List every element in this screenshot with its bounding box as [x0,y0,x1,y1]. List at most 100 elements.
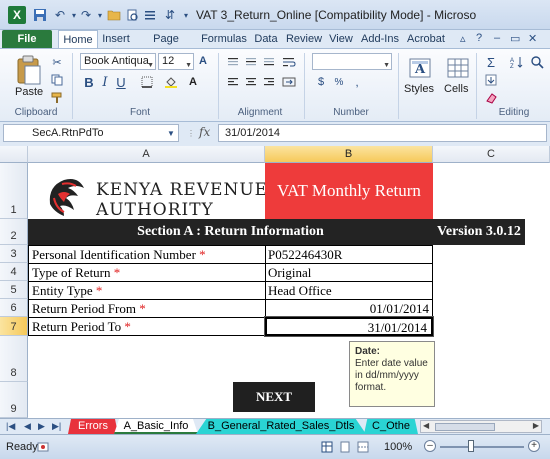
customize-toolbar-icon[interactable]: ▾ [178,7,194,23]
zoom-level[interactable]: 100% [384,441,412,453]
next-button[interactable]: NEXT [233,382,315,412]
tab-data[interactable]: Data [252,30,280,48]
minimize-ribbon-icon[interactable]: ▵ [460,32,466,45]
wrap-text-icon[interactable] [282,55,296,69]
field-value-pin[interactable]: P052246430R [265,245,433,264]
excel-logo-icon[interactable]: X [8,6,26,24]
first-sheet-icon[interactable]: |◀ [6,421,15,432]
last-sheet-icon[interactable]: ▶| [52,421,61,432]
fill-color-icon[interactable] [164,75,178,89]
row-header[interactable]: 5 [0,281,28,299]
tab-review[interactable]: Review [284,30,324,48]
tab-page-layout[interactable]: Page Layout [136,30,196,63]
normal-view-icon[interactable] [320,440,334,454]
formula-input[interactable]: 31/01/2014 [218,124,547,142]
row-header[interactable]: 8 [0,336,28,382]
field-value-return-type[interactable]: Original [265,263,433,282]
align-center-icon[interactable] [244,75,258,89]
row-header[interactable]: 4 [0,263,28,281]
column-header-c[interactable]: C [433,146,550,163]
page-break-view-icon[interactable] [356,440,370,454]
row-header[interactable]: 6 [0,299,28,317]
number-format-combo[interactable]: ▼ [312,53,392,70]
window-close-icon[interactable]: ✕ [528,32,537,45]
zoom-out-icon[interactable]: – [424,440,436,452]
column-header-b[interactable]: B [265,146,433,163]
sheet-tab-general-rated-sales[interactable]: B_General_Rated_Sales_Dtls [196,419,366,434]
comma-format-icon[interactable]: , [350,75,364,89]
sort-filter-icon[interactable]: AZ [510,55,524,69]
underline-icon[interactable]: U [114,75,128,90]
percent-format-icon[interactable]: % [332,75,346,89]
currency-format-icon[interactable]: $ [314,75,328,89]
sheet-tab-c-other[interactable]: C_Othe [364,419,418,434]
tab-insert[interactable]: Insert [98,30,134,48]
next-sheet-icon[interactable]: ▶ [38,421,45,432]
cells-icon[interactable] [446,55,472,81]
field-value-period-to[interactable]: 31/01/2014 [264,316,434,337]
align-left-icon[interactable] [226,75,240,89]
tab-add-ins[interactable]: Add-Ins [360,30,400,48]
save-icon[interactable] [32,7,48,23]
tab-formulas[interactable]: Formulas [198,30,250,48]
tab-view[interactable]: View [326,30,356,48]
horizontal-scrollbar[interactable]: ◀ ▶ [420,420,542,433]
row-header[interactable]: 3 [0,245,28,263]
autosum-icon[interactable]: Σ [484,55,498,70]
scroll-thumb[interactable] [435,423,495,431]
cells-button[interactable]: Cells [444,83,468,95]
macro-record-icon[interactable] [36,440,50,454]
format-painter-icon[interactable] [50,91,64,105]
sheet-tab-errors[interactable]: Errors [68,419,118,434]
align-right-icon[interactable] [262,75,276,89]
row-header[interactable]: 1 [0,163,28,219]
prev-sheet-icon[interactable]: ◀ [24,421,31,432]
help-icon[interactable]: ? [476,32,482,44]
window-restore-icon[interactable]: ▭ [510,32,520,45]
borders-icon[interactable] [140,75,154,89]
name-box[interactable]: SecA.RtnPdTo [3,124,179,142]
font-size-combo[interactable]: 12 ▼ [158,53,194,70]
zoom-slider-thumb[interactable] [468,440,474,452]
list-icon[interactable] [142,7,158,23]
scroll-right-icon[interactable]: ▶ [533,421,539,430]
fill-icon[interactable] [484,73,498,87]
italic-icon[interactable]: I [98,75,112,90]
column-header-a[interactable]: A [28,146,265,163]
clear-icon[interactable] [484,91,498,105]
merge-center-icon[interactable] [282,75,296,89]
row-header-selected[interactable]: 7 [0,317,28,336]
window-minimize-icon[interactable]: – [494,32,500,44]
zoom-in-icon[interactable]: + [528,440,540,452]
scroll-left-icon[interactable]: ◀ [423,421,429,430]
find-select-icon[interactable] [530,55,544,69]
styles-icon[interactable]: A [408,55,434,81]
paste-icon[interactable] [14,55,44,87]
cut-icon[interactable]: ✂ [50,55,64,69]
tab-file[interactable]: File [2,30,52,48]
align-top-icon[interactable] [226,55,240,69]
paste-button[interactable]: Paste [15,86,43,98]
align-bottom-icon[interactable] [262,55,276,69]
row-header[interactable]: 9 [0,382,28,418]
font-color-icon[interactable]: A [186,75,200,89]
align-middle-icon[interactable] [244,55,258,69]
select-all-corner[interactable] [0,146,28,163]
sort-icon[interactable]: ⇵ [162,7,178,23]
zoom-slider-track[interactable] [440,446,524,448]
name-box-dropdown-icon[interactable]: ▼ [164,126,178,140]
row-header[interactable]: 2 [0,219,28,245]
copy-icon[interactable] [50,73,64,87]
worksheet-grid[interactable]: A B C 1 2 3 4 5 6 7 8 9 KENYA REVENUE AU… [0,146,550,418]
bold-icon[interactable]: B [82,75,96,90]
field-value-period-from[interactable]: 01/01/2014 [265,299,433,318]
font-name-combo[interactable]: Book Antiqua ▼ [80,53,156,70]
field-value-entity-type[interactable]: Head Office [265,281,433,300]
print-preview-icon[interactable] [124,7,140,23]
page-layout-view-icon[interactable] [338,440,352,454]
insert-function-icon[interactable]: fx [199,125,210,139]
sheet-tab-basic-info[interactable]: A_Basic_Info [114,419,198,434]
styles-button[interactable]: Styles [404,83,434,95]
open-folder-icon[interactable] [106,7,122,23]
tab-home[interactable]: Home [58,30,98,49]
